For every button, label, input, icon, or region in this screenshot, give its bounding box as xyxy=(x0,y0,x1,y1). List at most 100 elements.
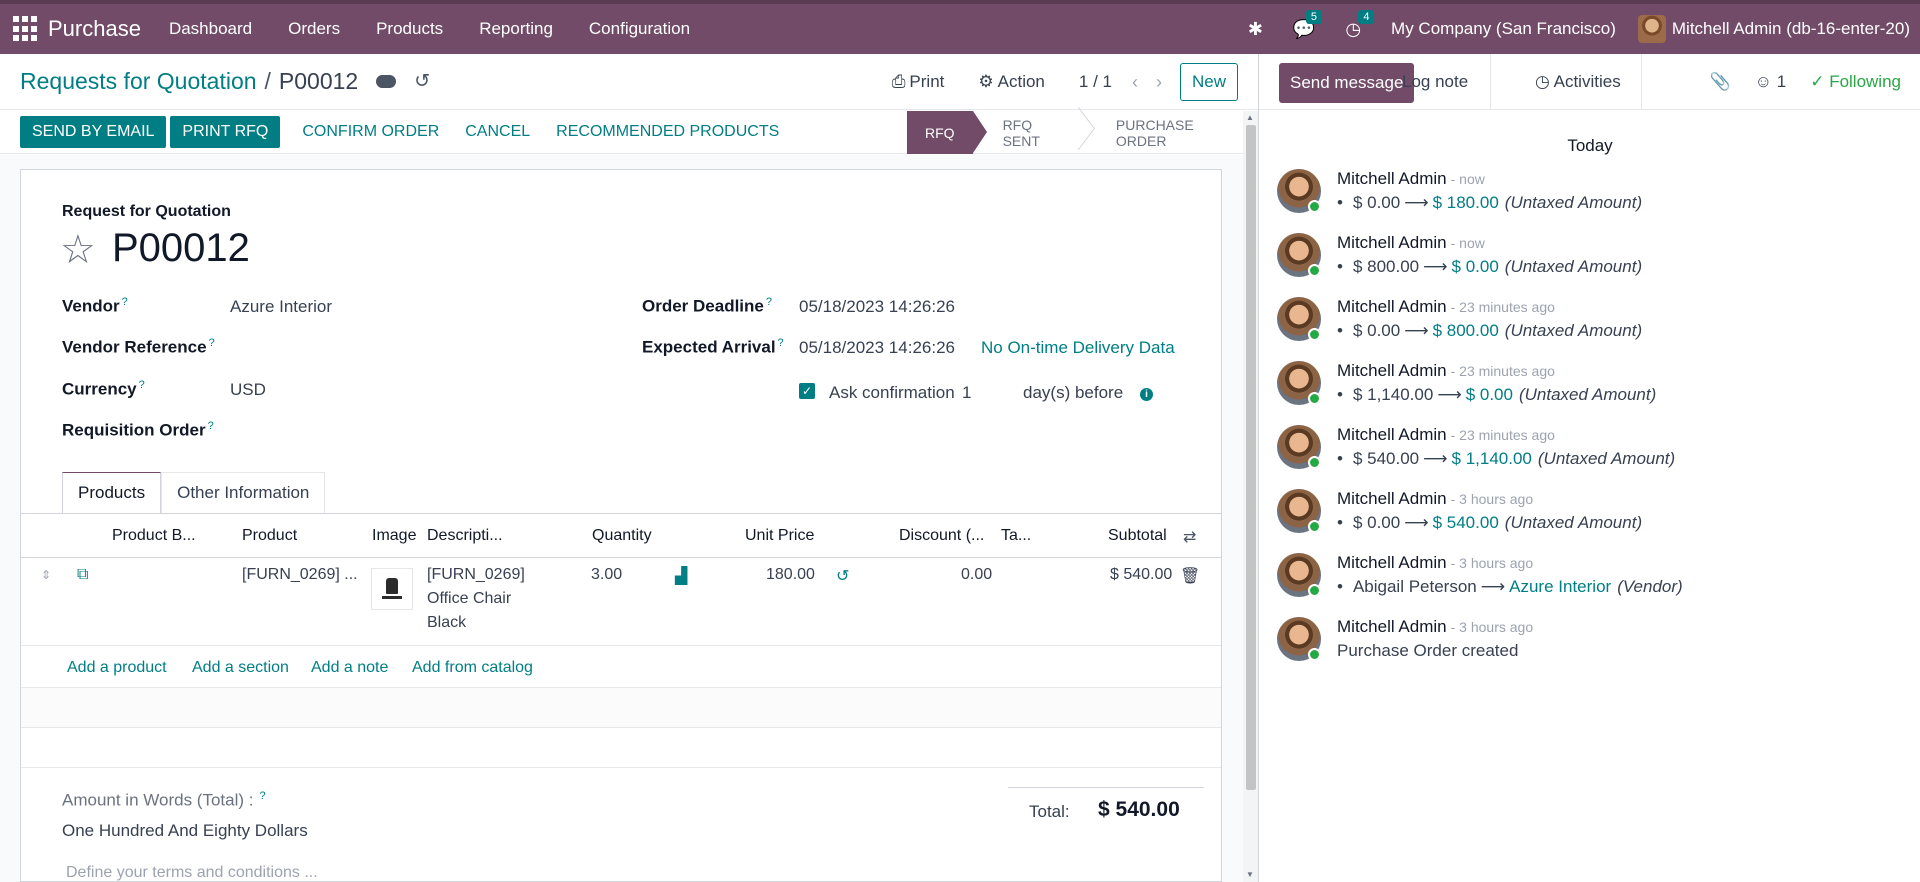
menu-products[interactable]: Products xyxy=(376,19,443,39)
tab-products[interactable]: Products xyxy=(62,472,162,513)
document-name: P00012 xyxy=(112,226,250,270)
add-from-catalog-link[interactable]: Add from catalog xyxy=(412,659,533,677)
column-taxes[interactable]: Ta... xyxy=(1001,527,1031,545)
print-button[interactable]: ⎙ Print xyxy=(892,72,945,92)
company-switcher[interactable]: My Company (San Francisco) xyxy=(1391,19,1616,39)
breadcrumb-parent[interactable]: Requests for Quotation xyxy=(20,68,257,95)
main-navbar: Purchase Dashboard Orders Products Repor… xyxy=(0,0,1920,54)
line-unit-price[interactable]: 180.00 xyxy=(766,566,815,584)
activities-clock-icon[interactable]: ◷ 4 xyxy=(1345,9,1375,40)
add-section-link[interactable]: Add a section xyxy=(192,659,289,677)
new-value[interactable]: Azure Interior xyxy=(1509,577,1611,596)
action-button[interactable]: ⚙ Action xyxy=(978,72,1045,92)
stage-rfq-sent[interactable]: RFQ SENT xyxy=(973,111,1086,154)
column-discount[interactable]: Discount (... xyxy=(899,527,984,545)
new-button[interactable]: New xyxy=(1179,63,1238,101)
cancel-button[interactable]: CANCEL xyxy=(465,123,530,141)
add-note-link[interactable]: Add a note xyxy=(311,659,388,677)
column-description[interactable]: Descripti... xyxy=(427,527,503,545)
stage-purchase-order[interactable]: PURCHASE ORDER xyxy=(1086,111,1258,154)
drag-handle-icon[interactable]: ⇕ xyxy=(41,568,51,582)
online-status-icon xyxy=(1308,264,1321,277)
menu-reporting[interactable]: Reporting xyxy=(479,19,553,39)
ask-confirmation-checkbox[interactable]: ✓ xyxy=(799,383,815,399)
menu-configuration[interactable]: Configuration xyxy=(589,19,690,39)
line-description-3[interactable]: Black xyxy=(427,614,466,632)
menu-dashboard[interactable]: Dashboard xyxy=(169,19,252,39)
terms-and-conditions-field[interactable]: Define your terms and conditions ... xyxy=(66,864,318,882)
trash-icon[interactable]: 🗑 xyxy=(1180,566,1200,586)
table-row[interactable]: ⇕ ⧉ [FURN_0269] ... [FURN_0269] Office C… xyxy=(21,558,1221,646)
message-author[interactable]: Mitchell Admin xyxy=(1337,361,1447,380)
new-value: $ 0.00 xyxy=(1451,257,1499,276)
line-discount[interactable]: 0.00 xyxy=(961,566,992,584)
column-quantity[interactable]: Quantity xyxy=(592,527,652,545)
message-author[interactable]: Mitchell Admin xyxy=(1337,425,1447,444)
scroll-down-icon[interactable]: ▼ xyxy=(1246,870,1254,879)
message-author[interactable]: Mitchell Admin xyxy=(1337,297,1447,316)
arrow-right-icon: ⟶ xyxy=(1437,385,1462,404)
expected-arrival-field[interactable]: 05/18/2023 14:26:26 xyxy=(799,338,955,358)
recommended-products-button[interactable]: RECOMMENDED PRODUCTS xyxy=(556,123,779,141)
column-product-barcode[interactable]: Product B... xyxy=(112,527,196,545)
app-name[interactable]: Purchase xyxy=(48,16,141,42)
print-rfq-button[interactable]: PRINT RFQ xyxy=(170,116,281,148)
add-product-link[interactable]: Add a product xyxy=(67,659,167,677)
debug-bug-icon[interactable]: ✱ xyxy=(1248,19,1263,40)
column-product[interactable]: Product xyxy=(242,527,297,545)
on-time-delivery-link[interactable]: No On-time Delivery Data xyxy=(981,338,1175,358)
column-subtotal[interactable]: Subtotal xyxy=(1108,527,1167,545)
message-author[interactable]: Mitchell Admin xyxy=(1337,553,1447,572)
tab-other-information[interactable]: Other Information xyxy=(161,472,326,513)
pager-value[interactable]: 1 / 1 xyxy=(1079,72,1112,92)
vendor-field[interactable]: Azure Interior xyxy=(230,297,332,317)
currency-field[interactable]: USD xyxy=(230,380,266,400)
message-author[interactable]: Mitchell Admin xyxy=(1337,617,1447,636)
confirm-order-button[interactable]: CONFIRM ORDER xyxy=(302,123,439,141)
reminder-days-field[interactable]: 1 xyxy=(962,383,971,403)
status-bar: SEND BY EMAIL PRINT RFQ CONFIRM ORDER CA… xyxy=(0,111,1258,154)
tracked-field: (Untaxed Amount) xyxy=(1504,193,1643,212)
following-button[interactable]: ✓ Following xyxy=(1810,72,1901,92)
stage-rfq[interactable]: RFQ xyxy=(907,111,987,154)
scroll-up-icon[interactable]: ▲ xyxy=(1246,113,1254,122)
tracked-field: (Untaxed Amount) xyxy=(1504,513,1643,532)
open-line-icon[interactable]: ⧉ xyxy=(77,566,88,584)
order-deadline-field[interactable]: 05/18/2023 14:26:26 xyxy=(799,297,955,317)
menu-orders[interactable]: Orders xyxy=(288,19,340,39)
message-author[interactable]: Mitchell Admin xyxy=(1337,169,1447,188)
log-note-button[interactable]: Log note xyxy=(1402,54,1492,110)
discard-undo-icon[interactable]: ↺ xyxy=(414,70,430,93)
attachment-paperclip-icon[interactable]: 📎 xyxy=(1709,72,1730,92)
arrow-right-icon: ⟶ xyxy=(1423,449,1448,468)
user-menu[interactable]: Mitchell Admin (db-16-enter-20) xyxy=(1637,15,1910,43)
pager-next-icon[interactable]: › xyxy=(1156,72,1162,93)
activities-button[interactable]: ◷ Activities xyxy=(1515,54,1642,110)
pager-previous-icon[interactable]: ‹ xyxy=(1132,72,1138,93)
line-description-2[interactable]: Office Chair xyxy=(427,590,511,608)
send-message-button[interactable]: Send message xyxy=(1279,63,1415,103)
star-icon[interactable]: ☆ xyxy=(60,227,96,273)
line-description-1[interactable]: [FURN_0269] xyxy=(427,566,525,584)
vendor-reference-field[interactable] xyxy=(230,337,530,357)
messages-icon[interactable]: 💬 5 xyxy=(1293,9,1323,40)
document-type-label: Request for Quotation xyxy=(62,203,231,220)
line-quantity[interactable]: 3.00 xyxy=(591,566,622,584)
price-history-icon[interactable]: ↺ xyxy=(836,566,849,586)
app-menu-icon[interactable] xyxy=(13,16,39,42)
line-product[interactable]: [FURN_0269] ... xyxy=(242,566,358,584)
message-author[interactable]: Mitchell Admin xyxy=(1337,233,1447,252)
info-icon[interactable]: i xyxy=(1140,388,1153,401)
message-author[interactable]: Mitchell Admin xyxy=(1337,489,1447,508)
optional-columns-icon[interactable]: ⇄ xyxy=(1183,527,1196,547)
send-by-email-button[interactable]: SEND BY EMAIL xyxy=(20,116,167,148)
column-unit-price[interactable]: Unit Price xyxy=(745,527,814,545)
message-time: - 23 minutes ago xyxy=(1450,427,1555,443)
forecast-chart-icon[interactable]: ▟ xyxy=(675,566,687,586)
followers-button[interactable]: ☺ 1 xyxy=(1755,72,1787,92)
scrollbar-thumb[interactable] xyxy=(1246,125,1256,790)
total-value: $ 540.00 xyxy=(1098,798,1180,821)
column-image[interactable]: Image xyxy=(372,527,416,545)
online-status-icon xyxy=(1308,584,1321,597)
save-cloud-icon[interactable] xyxy=(376,75,397,88)
